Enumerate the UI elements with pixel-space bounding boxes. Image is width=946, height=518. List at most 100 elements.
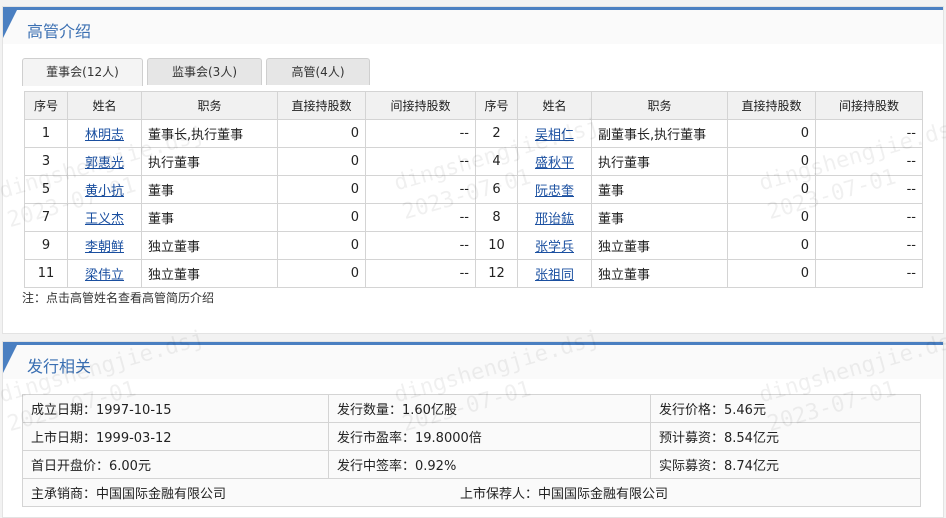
col-header-indirect: 间接持股数 — [365, 91, 476, 120]
established-date: 成立日期：1997-10-15 — [22, 394, 329, 423]
indirect-holding-cell: -- — [815, 175, 923, 204]
lottery-rate: 发行中签率：0.92% — [328, 450, 651, 479]
executive-name-link[interactable]: 王义杰 — [85, 212, 124, 227]
executive-name-cell: 张学兵 — [517, 231, 592, 260]
col-header-name: 姓名 — [517, 91, 592, 120]
executive-post-cell: 执行董事 — [591, 147, 728, 176]
row-number-cell: 7 — [24, 203, 68, 232]
executive-post-cell: 独立董事 — [591, 231, 728, 260]
executive-name-link[interactable]: 李朝鲜 — [85, 240, 124, 255]
issuance-title: 发行相关 — [27, 357, 92, 376]
indirect-holding-cell: -- — [815, 147, 923, 176]
executive-name-link[interactable]: 张祖同 — [535, 268, 574, 283]
executive-name-cell: 盛秋平 — [517, 147, 592, 176]
row-number-cell: 4 — [475, 147, 518, 176]
issuance-table: 成立日期：1997-10-15 发行数量：1.60亿股 发行价格：5.46元 上… — [22, 394, 921, 507]
row-number-cell: 2 — [475, 119, 518, 148]
row-number-cell: 5 — [24, 175, 68, 204]
executive-name-cell: 李朝鲜 — [67, 231, 142, 260]
direct-holding-cell: 0 — [277, 147, 366, 176]
direct-holding-cell: 0 — [727, 147, 816, 176]
executive-post-cell: 董事 — [591, 203, 728, 232]
executive-post-cell: 董事 — [591, 175, 728, 204]
executive-post-cell: 执行董事 — [141, 147, 278, 176]
tab-management[interactable]: 高管(4人) — [266, 58, 370, 85]
direct-holding-cell: 0 — [277, 119, 366, 148]
issue-pe: 发行市盈率：19.8000倍 — [328, 422, 651, 451]
table-row: 首日开盘价：6.00元 发行中签率：0.92% 实际募资：8.74亿元 — [22, 450, 921, 479]
indirect-holding-cell: -- — [365, 175, 476, 204]
row-number-cell: 10 — [475, 231, 518, 260]
executive-name-cell: 邢诒鈜 — [517, 203, 592, 232]
indirect-holding-cell: -- — [815, 203, 923, 232]
direct-holding-cell: 0 — [277, 259, 366, 288]
executive-name-link[interactable]: 林明志 — [85, 128, 124, 143]
col-header-direct: 直接持股数 — [727, 91, 816, 120]
indirect-holding-cell: -- — [815, 259, 923, 288]
executive-name-cell: 王义杰 — [67, 203, 142, 232]
executive-post-cell: 独立董事 — [591, 259, 728, 288]
executive-name-link[interactable]: 阮忠奎 — [535, 184, 574, 199]
issuance-header: 发行相关 — [3, 342, 943, 379]
table-row: 成立日期：1997-10-15 发行数量：1.60亿股 发行价格：5.46元 — [22, 394, 921, 423]
direct-holding-cell: 0 — [727, 231, 816, 260]
executive-name-link[interactable]: 邢诒鈜 — [535, 212, 574, 227]
table-row: 7 王义杰 董事 0 -- 8 邢诒鈜 董事 0 -- — [24, 203, 923, 232]
executive-name-link[interactable]: 张学兵 — [535, 240, 574, 255]
listing-date: 上市日期：1999-03-12 — [22, 422, 329, 451]
executives-title: 高管介绍 — [27, 22, 92, 41]
direct-holding-cell: 0 — [727, 259, 816, 288]
expected-raise: 预计募资：8.54亿元 — [650, 422, 921, 451]
executive-name-link[interactable]: 盛秋平 — [535, 156, 574, 171]
executive-name-link[interactable]: 郭惠光 — [85, 156, 124, 171]
board-table: 序号 姓名 职务 直接持股数 间接持股数 序号 姓名 职务 直接持股数 间接持股… — [24, 91, 923, 288]
executive-post-cell: 副董事长,执行董事 — [591, 119, 728, 148]
row-number-cell: 12 — [475, 259, 518, 288]
row-number-cell: 8 — [475, 203, 518, 232]
executive-post-cell: 独立董事 — [141, 259, 278, 288]
first-day-open: 首日开盘价：6.00元 — [22, 450, 329, 479]
executive-name-cell: 阮忠奎 — [517, 175, 592, 204]
table-row: 5 黄小抗 董事 0 -- 6 阮忠奎 董事 0 -- — [24, 175, 923, 204]
table-header-row: 序号 姓名 职务 直接持股数 间接持股数 序号 姓名 职务 直接持股数 间接持股… — [24, 91, 923, 120]
indirect-holding-cell: -- — [365, 231, 476, 260]
executive-name-cell: 黄小抗 — [67, 175, 142, 204]
col-header-name: 姓名 — [67, 91, 142, 120]
executive-name-cell: 郭惠光 — [67, 147, 142, 176]
col-header-no: 序号 — [24, 91, 68, 120]
row-number-cell: 6 — [475, 175, 518, 204]
row-number-cell: 1 — [24, 119, 68, 148]
indirect-holding-cell: -- — [365, 259, 476, 288]
tab-board[interactable]: 董事会(12人) — [22, 58, 143, 86]
listing-sponsor: 上市保荐人：中国国际金融有限公司 — [460, 487, 669, 502]
direct-holding-cell: 0 — [277, 231, 366, 260]
direct-holding-cell: 0 — [727, 175, 816, 204]
table-row: 主承销商：中国国际金融有限公司 上市保荐人：中国国际金融有限公司 — [22, 478, 921, 507]
executive-name-cell: 张祖同 — [517, 259, 592, 288]
indirect-holding-cell: -- — [365, 119, 476, 148]
header-corner-decoration — [3, 345, 17, 373]
executive-name-link[interactable]: 梁伟立 — [85, 268, 124, 283]
underwriter: 主承销商：中国国际金融有限公司 — [31, 487, 227, 502]
table-row: 9 李朝鲜 独立董事 0 -- 10 张学兵 独立董事 0 -- — [24, 231, 923, 260]
executive-post-cell: 董事 — [141, 175, 278, 204]
executive-name-link[interactable]: 黄小抗 — [85, 184, 124, 199]
issue-price: 发行价格：5.46元 — [650, 394, 921, 423]
row-number-cell: 9 — [24, 231, 68, 260]
executive-name-link[interactable]: 吴相仁 — [535, 128, 574, 143]
col-header-indirect: 间接持股数 — [815, 91, 923, 120]
direct-holding-cell: 0 — [277, 203, 366, 232]
executive-name-cell: 吴相仁 — [517, 119, 592, 148]
row-number-cell: 11 — [24, 259, 68, 288]
header-corner-decoration — [3, 10, 17, 38]
direct-holding-cell: 0 — [727, 203, 816, 232]
indirect-holding-cell: -- — [365, 147, 476, 176]
col-header-post: 职务 — [591, 91, 728, 120]
underwriter-row: 主承销商：中国国际金融有限公司 上市保荐人：中国国际金融有限公司 — [22, 478, 921, 507]
indirect-holding-cell: -- — [815, 231, 923, 260]
issue-volume: 发行数量：1.60亿股 — [328, 394, 651, 423]
tab-supervisors[interactable]: 监事会(3人) — [147, 58, 262, 85]
executives-header: 高管介绍 — [3, 7, 943, 44]
row-number-cell: 3 — [24, 147, 68, 176]
actual-raise: 实际募资：8.74亿元 — [650, 450, 921, 479]
